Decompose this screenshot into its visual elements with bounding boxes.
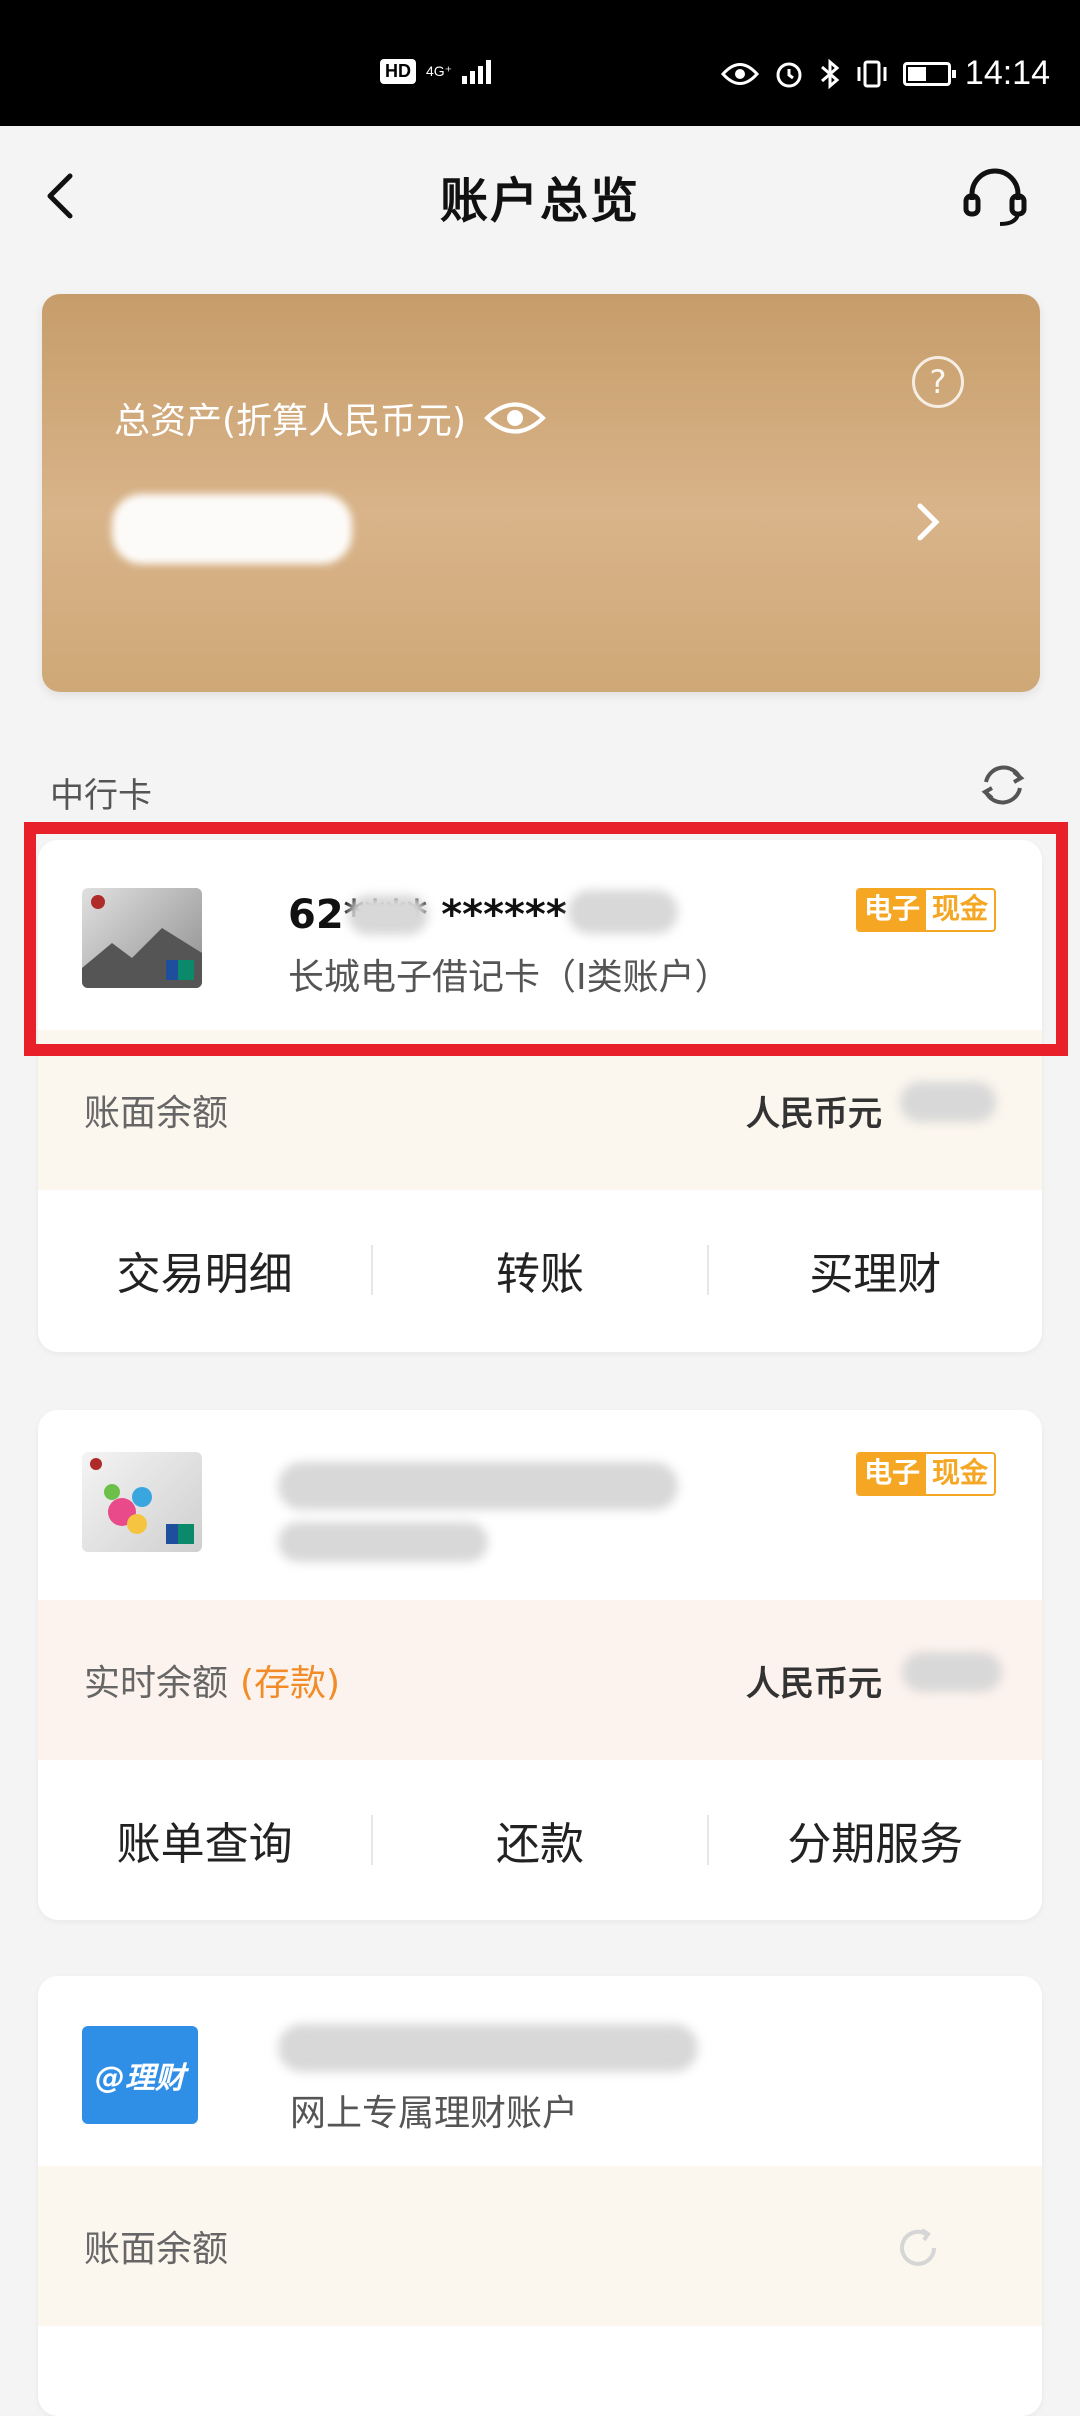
eye-icon: [720, 62, 759, 85]
currency-label: 人民币元: [746, 1093, 882, 1134]
battery-icon: [902, 61, 956, 86]
card-number-mask-2: [568, 890, 678, 934]
clock: 14:14: [964, 54, 1050, 92]
page-title: 账户总览: [439, 173, 640, 229]
balance-amount-masked: [900, 1082, 996, 1122]
balance-row: 账面余额: [38, 2166, 1042, 2326]
account-name: 网上专属理财账户: [290, 2093, 579, 2134]
e-cash-badge: 电子 现金: [855, 888, 996, 932]
credit-card-item[interactable]: 电子 现金 实时余额 (存款) 人民币元 账单查询 还款 分期服务: [38, 1410, 1042, 1920]
vibrate-icon: [857, 60, 887, 87]
transfer-button[interactable]: 转账: [373, 1238, 706, 1302]
e-cash-badge-a: 电子: [857, 1454, 926, 1494]
total-assets-label: 总资产(折算人民币元): [114, 401, 467, 442]
battery-level: [907, 66, 926, 81]
card-actions: 账单查询 还款 分期服务: [38, 1760, 1042, 1920]
balance-label: 实时余额: [84, 1663, 229, 1704]
loading-refresh-icon[interactable]: [894, 2224, 942, 2272]
card-name-masked: [278, 1522, 488, 1562]
e-cash-badge-b: 现金: [925, 890, 994, 930]
card-actions: 交易明细 转账 买理财: [38, 1190, 1042, 1350]
wealth-logo: @理财: [82, 2026, 198, 2124]
buy-wealth-product-button[interactable]: 买理财: [709, 1238, 1042, 1302]
e-cash-badge-a: 电子: [857, 890, 926, 930]
customer-service-icon[interactable]: [960, 162, 1030, 232]
nav-bar: 账户总览: [0, 126, 1080, 266]
total-assets-label-wrap: 总资产(折算人民币元): [114, 392, 546, 444]
wealth-logo-text: @理财: [95, 2061, 185, 2096]
signal-icon: [462, 58, 492, 84]
balance-row: 账面余额 人民币元: [38, 1030, 1042, 1190]
balance-label: 账面余额: [84, 1093, 229, 1134]
balance-amount-masked: [902, 1652, 1002, 1692]
back-arrow-icon[interactable]: [30, 166, 90, 226]
balance-row: 实时余额 (存款) 人民币元: [38, 1600, 1042, 1760]
section-label: 中行卡: [50, 776, 152, 816]
help-icon[interactable]: ?: [912, 356, 964, 408]
currency-label: 人民币元: [746, 1663, 882, 1704]
card-number-masked: [278, 1462, 678, 1510]
card-number-mask: [348, 895, 428, 935]
network-type: 4G⁺: [426, 63, 453, 79]
show-balance-eye-icon[interactable]: [484, 399, 546, 437]
transaction-details-button[interactable]: 交易明细: [38, 1238, 371, 1302]
alarm-icon: [776, 62, 802, 87]
repayment-button[interactable]: 还款: [373, 1808, 706, 1872]
status-bar: HD 4G⁺ 14:14: [0, 0, 1080, 126]
e-cash-badge: 电子 现金: [855, 1452, 996, 1496]
debit-card-item[interactable]: 62**** ****** 长城电子借记卡（I类账户） 电子 现金 账面余额 人…: [38, 840, 1042, 1352]
wealth-account-item[interactable]: @理财 网上专属理财账户 账面余额: [38, 1976, 1042, 2416]
total-assets-card[interactable]: 总资产(折算人民币元) ?: [42, 294, 1040, 692]
bill-inquiry-button[interactable]: 账单查询: [38, 1808, 371, 1872]
card-header[interactable]: 62**** ****** 长城电子借记卡（I类账户） 电子 现金: [38, 840, 1042, 1030]
e-cash-badge-b: 现金: [925, 1454, 994, 1494]
refresh-icon[interactable]: [976, 758, 1030, 812]
balance-tag: (存款): [240, 1663, 341, 1704]
great-wall-card-image: [82, 888, 202, 988]
card-header[interactable]: @理财 网上专属理财账户: [38, 1976, 1042, 2166]
installment-service-button[interactable]: 分期服务: [709, 1808, 1042, 1872]
hd-icon: HD: [380, 58, 416, 84]
bluetooth-icon: [820, 58, 840, 89]
credit-card-image: [82, 1452, 202, 1552]
balance-label: 账面余额: [84, 2229, 229, 2270]
chevron-right-icon[interactable]: [908, 492, 948, 552]
total-assets-amount-masked: [112, 494, 352, 564]
card-name: 长城电子借记卡（I类账户）: [288, 957, 731, 998]
card-header[interactable]: 电子 现金: [38, 1410, 1042, 1600]
account-number-masked: [278, 2024, 698, 2072]
